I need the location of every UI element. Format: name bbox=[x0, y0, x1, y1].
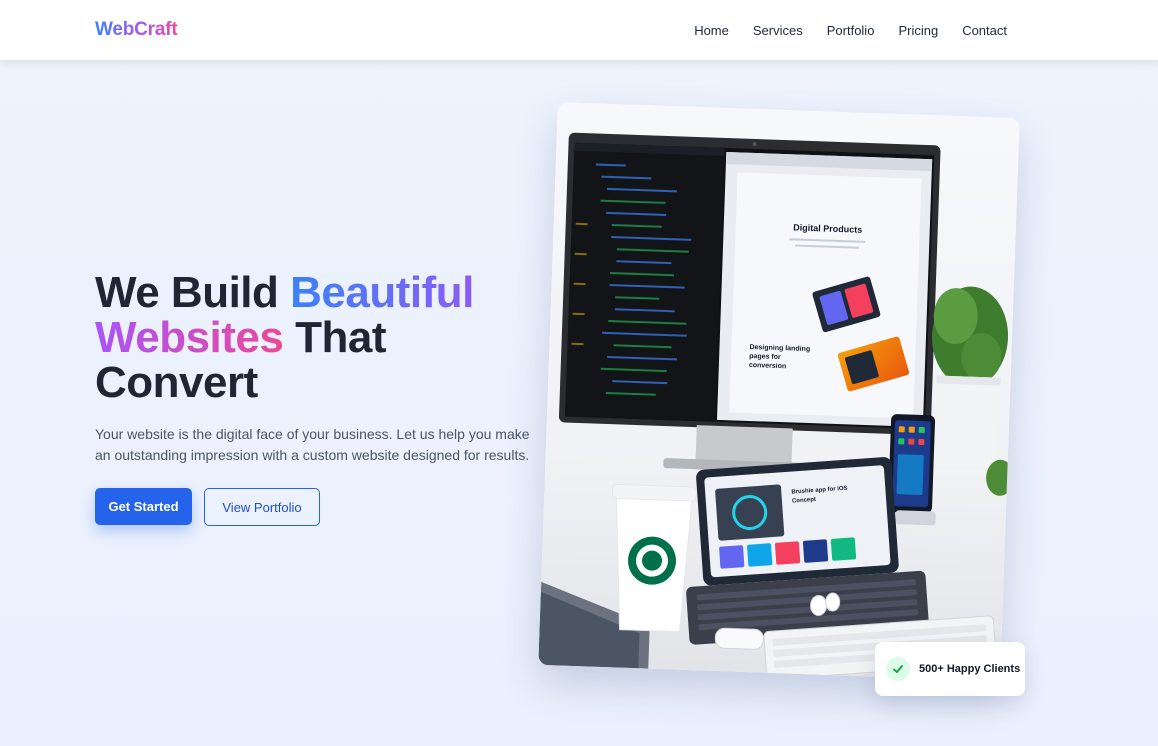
nav-services[interactable]: Services bbox=[753, 23, 803, 38]
hero-title-part1: We Build bbox=[95, 268, 291, 317]
nav-home[interactable]: Home bbox=[694, 23, 729, 38]
happy-clients-badge: 500+ Happy Clients bbox=[875, 642, 1025, 696]
badge-text: 500+ Happy Clients bbox=[919, 663, 1021, 675]
hero-image: Digital Products Designing landingpages … bbox=[538, 102, 1020, 681]
logo[interactable]: WebCraft bbox=[95, 19, 178, 41]
nav-pricing[interactable]: Pricing bbox=[898, 23, 938, 38]
main-nav: Home Services Portfolio Pricing Contact bbox=[694, 0, 1007, 60]
nav-contact[interactable]: Contact bbox=[962, 23, 1007, 38]
hero-title-highlight-beautiful: Beautiful bbox=[290, 268, 474, 317]
hero-title-highlight-websites: Websites bbox=[95, 313, 284, 362]
workspace-photo: Digital Products Designing landingpages … bbox=[538, 102, 1020, 681]
hero-subtitle: Your website is the digital face of your… bbox=[95, 426, 530, 463]
hero-title: We Build Beautiful Websites That Convert bbox=[95, 270, 555, 405]
nav-portfolio[interactable]: Portfolio bbox=[827, 23, 875, 38]
check-icon bbox=[886, 657, 910, 681]
site-header: WebCraft Home Services Portfolio Pricing… bbox=[0, 0, 1158, 60]
get-started-button[interactable]: Get Started bbox=[95, 488, 192, 525]
view-portfolio-button[interactable]: View Portfolio bbox=[204, 488, 320, 526]
